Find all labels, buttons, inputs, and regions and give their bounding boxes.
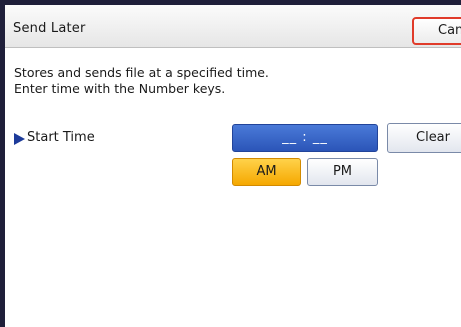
pm-button[interactable]: PM bbox=[307, 158, 378, 186]
triangle-right-icon bbox=[14, 133, 25, 145]
clear-button[interactable]: Clear bbox=[387, 123, 461, 153]
cancel-button[interactable]: Cancel bbox=[412, 17, 461, 45]
instruction-line-2: Enter time with the Number keys. bbox=[14, 81, 226, 96]
page-title: Send Later bbox=[13, 21, 86, 36]
title-bar: Send Later Cancel bbox=[5, 5, 461, 48]
start-time-label: Start Time bbox=[27, 130, 95, 145]
am-button[interactable]: AM bbox=[232, 158, 301, 186]
start-time-input[interactable]: __ : __ bbox=[232, 124, 378, 152]
window-frame-left bbox=[0, 0, 5, 327]
instruction-line-1: Stores and sends file at a specified tim… bbox=[14, 65, 269, 80]
